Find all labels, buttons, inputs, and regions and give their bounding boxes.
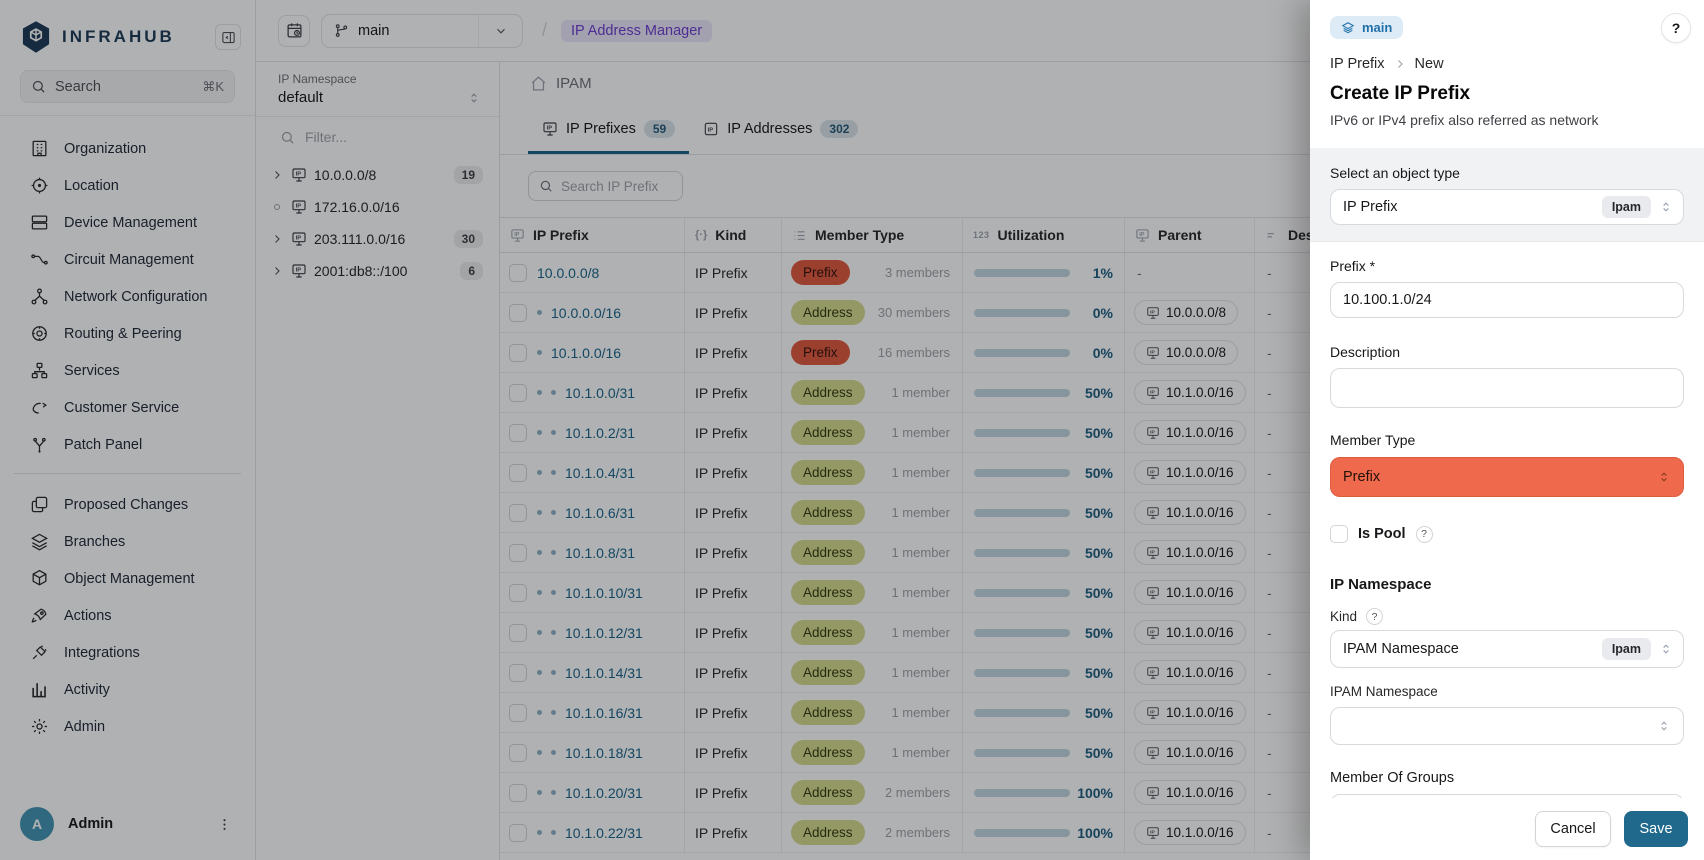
panel-breadcrumb: IP Prefix New: [1330, 56, 1684, 72]
panel-title: Create IP Prefix: [1330, 83, 1684, 105]
breadcrumb-parent[interactable]: IP Prefix: [1330, 56, 1385, 72]
cancel-button[interactable]: Cancel: [1535, 811, 1611, 847]
chevron-right-icon: [1394, 58, 1406, 70]
description-field-textarea[interactable]: [1330, 368, 1684, 408]
app-root: INFRAHUB Search ⌘K OrganizationLocationD…: [0, 0, 1704, 860]
is-pool-label: Is Pool: [1358, 526, 1406, 542]
panel-header: main ? IP Prefix New Create IP Prefix IP…: [1310, 0, 1704, 148]
kind-value: IPAM Namespace: [1343, 641, 1594, 657]
ipam-namespace-select[interactable]: [1330, 707, 1684, 745]
kind-select[interactable]: IPAM Namespace Ipam: [1330, 630, 1684, 668]
chevron-updown-icon: [1657, 470, 1671, 484]
kind-label-row: Kind ?: [1330, 608, 1684, 625]
is-pool-help-icon[interactable]: ?: [1416, 526, 1433, 543]
member-of-groups-label: Member Of Groups: [1330, 770, 1684, 786]
panel-subtitle: IPv6 or IPv4 prefix also referred as net…: [1330, 112, 1684, 128]
member-type-select[interactable]: Prefix: [1330, 457, 1684, 497]
object-type-value: IP Prefix: [1343, 199, 1594, 215]
object-type-label: Select an object type: [1330, 165, 1684, 181]
ipam-badge: Ipam: [1602, 196, 1651, 218]
chevron-updown-icon: [1659, 200, 1673, 214]
member-type-field-label: Member Type: [1330, 432, 1684, 448]
ip-namespace-section-title: IP Namespace: [1330, 576, 1684, 593]
chevron-updown-icon: [1657, 719, 1671, 733]
prefix-field-label: Prefix *: [1330, 258, 1684, 274]
object-type-section: Select an object type IP Prefix Ipam: [1310, 148, 1704, 242]
member-type-value: Prefix: [1343, 469, 1657, 485]
description-field-label: Description: [1330, 344, 1684, 360]
is-pool-row: Is Pool ?: [1330, 525, 1684, 543]
panel-footer: Cancel Save: [1310, 798, 1704, 860]
ipam-badge: Ipam: [1602, 638, 1651, 660]
is-pool-checkbox[interactable]: [1330, 525, 1348, 543]
panel-branch-badge: main: [1330, 16, 1403, 39]
kind-label: Kind: [1330, 609, 1357, 624]
panel-help-button[interactable]: ?: [1661, 13, 1691, 43]
ipam-namespace-label: IPAM Namespace: [1330, 684, 1684, 699]
breadcrumb-current: New: [1415, 56, 1444, 72]
chevron-updown-icon: [1659, 642, 1673, 656]
kind-help-icon[interactable]: ?: [1366, 608, 1383, 625]
save-button[interactable]: Save: [1624, 811, 1688, 847]
object-type-select[interactable]: IP Prefix Ipam: [1330, 189, 1684, 225]
layers-icon: [1341, 21, 1355, 35]
panel-form: Prefix * Description Member Type Prefix …: [1310, 242, 1704, 832]
prefix-field-input[interactable]: [1330, 282, 1684, 318]
create-ip-prefix-panel: main ? IP Prefix New Create IP Prefix IP…: [1310, 0, 1704, 860]
